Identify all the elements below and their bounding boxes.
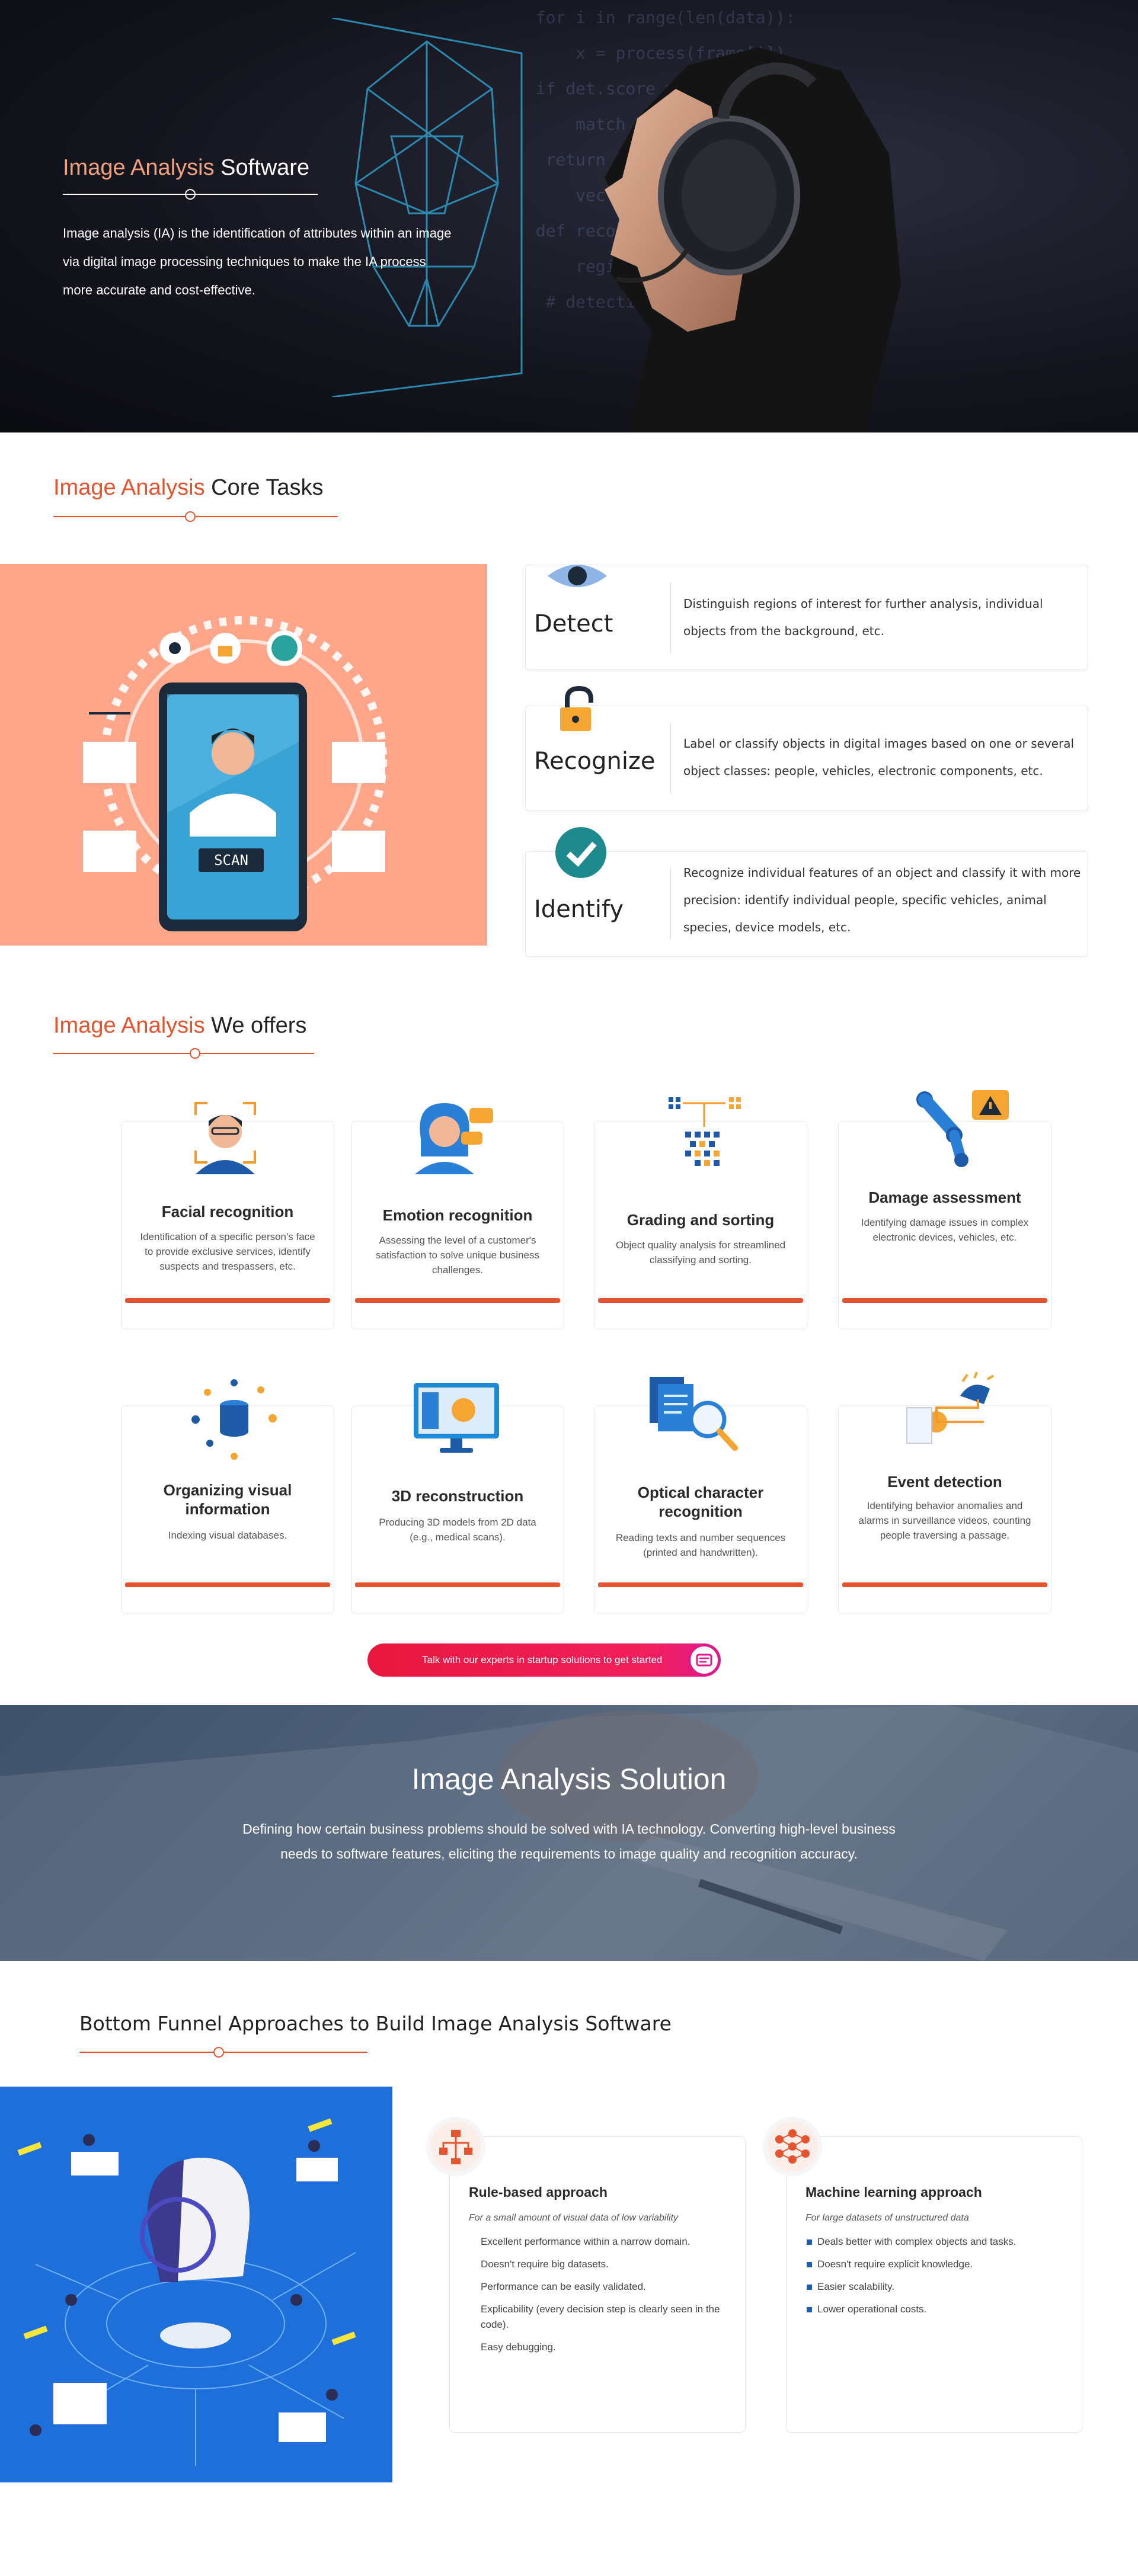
list-item: Performance can be easily validated.	[481, 2281, 646, 2292]
neural-network-icon	[763, 2117, 822, 2176]
approach-points: Excellent performance within a narrow do…	[481, 2234, 721, 2362]
task-description: Distinguish regions of interest for furt…	[683, 597, 1043, 638]
offer-description: Producing 3D models from 2D data (e.g., …	[379, 1517, 536, 1543]
solution-title: Image Analysis Solution	[411, 1763, 727, 1796]
task-name: Identify	[534, 896, 624, 923]
task-name: Detect	[534, 610, 613, 637]
rule-based-approach-card: Rule-based approach For a small amount o…	[426, 2117, 746, 2433]
message-icon	[689, 1645, 720, 1675]
approach-title: Rule-based approach	[469, 2184, 608, 2200]
list-item: Easy debugging.	[481, 2341, 556, 2353]
document-magnifier-icon	[650, 1377, 738, 1451]
isometric-ai-illustration	[0, 2087, 392, 2482]
offer-title: Organizing visual information	[163, 1481, 292, 1518]
offer-description: Assessing the level of a customer's sati…	[376, 1235, 539, 1276]
approach-subtitle: For a small amount of visual data of low…	[469, 2213, 679, 2223]
eye-icon	[548, 565, 607, 587]
machine-learning-approach-card: Machine learning approach For large data…	[763, 2117, 1082, 2433]
offer-description: Identifying behavior anomalies and alarm…	[858, 1500, 1031, 1541]
task-card-recognize: Recognize Label or classify objects in d…	[525, 685, 1088, 811]
offer-description: Identifying damage issues in complex ele…	[861, 1217, 1029, 1243]
approach-subtitle: For large datasets of unstructured data	[805, 2213, 969, 2223]
core-tasks-heading: Image Analysis Core Tasks	[53, 475, 324, 500]
robot-arm-warning-icon	[916, 1090, 1009, 1167]
task-description: Label or classify objects in digital ima…	[683, 736, 1075, 778]
task-description: Recognize individual features of an obje…	[683, 866, 1081, 934]
database-icon	[191, 1379, 277, 1460]
padlock-icon	[560, 685, 593, 731]
offer-description: Reading texts and number sequences (prin…	[615, 1532, 786, 1558]
list-item: Deals better with complex objects and ta…	[807, 2234, 1058, 2250]
face-mesh-graphic	[331, 18, 523, 397]
task-card-identify: Identify Recognize individual features o…	[525, 827, 1088, 957]
offers-divider	[53, 1047, 314, 1059]
offer-title: 3D reconstruction	[391, 1487, 524, 1505]
approach-title: Machine learning approach	[805, 2184, 982, 2200]
talk-with-experts-button[interactable]: Talk with our experts in startup solutio…	[367, 1643, 721, 1677]
list-item: Doesn't require big datasets.	[481, 2258, 609, 2270]
offer-title: Event detection	[887, 1473, 1002, 1491]
person-with-headset-image	[605, 47, 901, 432]
offer-title: Damage assessment	[868, 1188, 1021, 1206]
flowchart-icon	[426, 2117, 485, 2176]
list-item: Excellent performance within a narrow do…	[481, 2236, 691, 2247]
list-item: Easier scalability.	[807, 2279, 1058, 2295]
funnel-divider	[79, 2046, 367, 2058]
face-scan-icon	[194, 1102, 256, 1174]
checkmark-icon	[555, 827, 606, 878]
core-tasks-divider	[53, 511, 338, 523]
hero-description: Image analysis (IA) is the identificatio…	[63, 226, 452, 297]
solution-description: Defining how certain business problems s…	[242, 1821, 896, 1861]
solution-banner: Image Analysis Solution Defining how cer…	[0, 1705, 1138, 1961]
face-scan-illustration: SCAN	[0, 564, 487, 946]
offer-description: Object quality analysis for streamlined …	[615, 1239, 786, 1265]
offer-title: Grading and sorting	[626, 1211, 775, 1229]
hero-title-divider	[63, 188, 318, 200]
offer-title: Facial recognition	[161, 1203, 294, 1220]
hero-title: Image Analysis Software	[63, 155, 310, 180]
funnel-heading: Bottom Funnel Approaches to Build Image …	[79, 2012, 672, 2035]
monitor-3d-icon	[414, 1383, 499, 1453]
offer-description: Identification of a specific person's fa…	[140, 1231, 315, 1272]
list-item: Doesn't require explicit knowledge.	[807, 2257, 1058, 2272]
scan-label: SCAN	[214, 852, 248, 869]
sorting-grid-icon	[669, 1097, 741, 1166]
task-card-detect: Detect Distinguish regions of interest f…	[525, 565, 1088, 670]
offer-description: Indexing visual databases.	[168, 1530, 287, 1541]
list-item: Lower operational costs.	[807, 2302, 1058, 2317]
task-name: Recognize	[534, 748, 656, 775]
offer-title: Optical character recognition	[637, 1484, 764, 1520]
camera-alarm-icon	[906, 1372, 995, 1444]
offer-title: Emotion recognition	[382, 1206, 533, 1224]
hero-banner: for i in range(len(data)): x = process(f…	[0, 0, 1138, 432]
offers-heading: Image Analysis We offers	[53, 1013, 307, 1038]
emotion-icon	[415, 1103, 493, 1174]
list-item: Explicability (every decision step is cl…	[481, 2303, 720, 2330]
approach-points: Deals better with complex objects and ta…	[807, 2234, 1058, 2324]
cta-label: Talk with our experts in startup solutio…	[422, 1654, 663, 1665]
